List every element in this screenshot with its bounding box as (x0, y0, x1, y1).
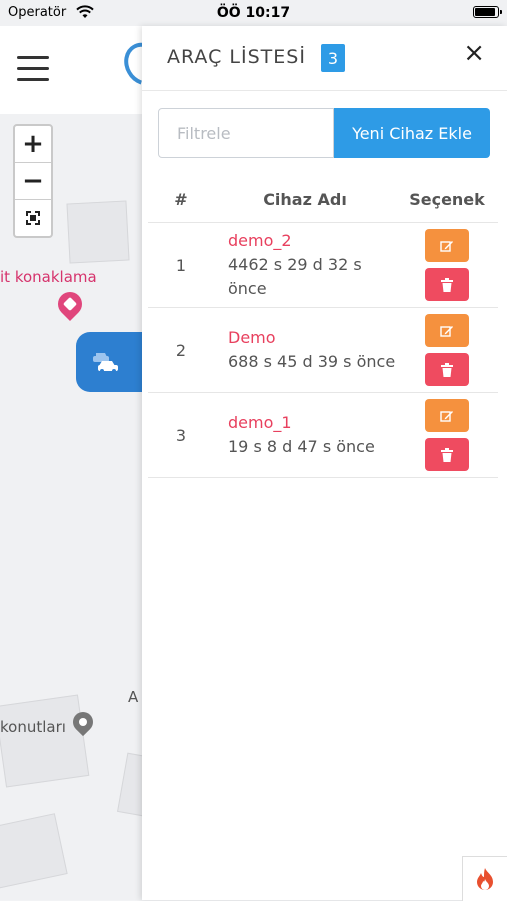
edit-icon (440, 325, 453, 337)
close-button[interactable]: × (463, 40, 485, 66)
map-building (66, 200, 130, 264)
device-cell: demo_1 19 s 8 d 47 s önce (214, 393, 396, 478)
panel-header: ARAÇ LİSTESİ 3 × (142, 26, 507, 91)
table-row[interactable]: 1 demo_2 4462 s 29 d 32 s önce (148, 222, 498, 308)
filter-row: Yeni Cihaz Ekle (158, 108, 490, 158)
table-row[interactable]: 3 demo_1 19 s 8 d 47 s önce (148, 392, 498, 478)
column-header-name: Cihaz Adı (263, 189, 347, 209)
panel-title: ARAÇ LİSTESİ (167, 46, 306, 68)
poi-label: it konaklama (0, 268, 97, 286)
battery-icon (473, 6, 502, 18)
column-header-num: # (174, 189, 188, 209)
fire-button[interactable] (462, 856, 507, 901)
edit-button[interactable] (425, 399, 469, 432)
zoom-control: + − (13, 124, 53, 238)
row-number: 1 (175, 255, 187, 275)
delete-button[interactable] (425, 438, 469, 471)
map-building (0, 813, 68, 889)
device-last-seen: 688 s 45 d 39 s önce (228, 352, 396, 371)
device-cell: demo_2 4462 s 29 d 32 s önce (214, 223, 396, 308)
zoom-out-button[interactable]: − (15, 163, 51, 200)
device-name[interactable]: demo_2 (228, 229, 396, 253)
count-badge: 3 (321, 44, 345, 72)
car-icon (93, 353, 118, 373)
clock: ÖÖ 10:17 (216, 5, 291, 21)
device-name[interactable]: Demo (228, 326, 396, 350)
options-cell (396, 223, 498, 308)
trash-icon (441, 362, 453, 377)
edit-icon (440, 410, 453, 422)
trash-icon (441, 277, 453, 292)
trash-icon (441, 447, 453, 462)
device-last-seen: 4462 s 29 d 32 s önce (228, 255, 362, 298)
device-cell: Demo 688 s 45 d 39 s önce (214, 308, 396, 393)
options-cell (396, 393, 498, 478)
options-cell (396, 308, 498, 393)
edit-button[interactable] (425, 314, 469, 347)
status-bar: Operatör ÖÖ 10:17 (0, 0, 507, 26)
device-table: # Cihaz Adı Seçenek 1 demo_2 4462 s 29 d… (148, 176, 498, 478)
fullscreen-button[interactable] (15, 200, 51, 236)
menu-icon[interactable] (17, 56, 49, 84)
delete-button[interactable] (425, 353, 469, 386)
device-last-seen: 19 s 8 d 47 s önce (228, 437, 375, 456)
table-row[interactable]: 2 Demo 688 s 45 d 39 s önce (148, 307, 498, 393)
edit-icon (440, 240, 453, 252)
row-number: 2 (175, 340, 187, 360)
map-building (0, 694, 90, 788)
delete-button[interactable] (425, 268, 469, 301)
add-device-button[interactable]: Yeni Cihaz Ekle (334, 108, 490, 158)
edge-letter: A (128, 688, 139, 706)
column-header-options: Seçenek (409, 189, 485, 209)
filter-input[interactable] (158, 108, 334, 158)
row-number: 3 (175, 425, 187, 445)
fullscreen-icon (26, 211, 40, 225)
zoom-in-button[interactable]: + (15, 126, 51, 163)
vehicle-list-panel: ARAÇ LİSTESİ 3 × Yeni Cihaz Ekle # Cihaz… (142, 26, 507, 900)
fire-icon (477, 868, 493, 890)
edit-button[interactable] (425, 229, 469, 262)
hotel-pin-icon[interactable] (53, 287, 87, 321)
place-label: konutları (0, 718, 66, 736)
device-name[interactable]: demo_1 (228, 411, 396, 435)
